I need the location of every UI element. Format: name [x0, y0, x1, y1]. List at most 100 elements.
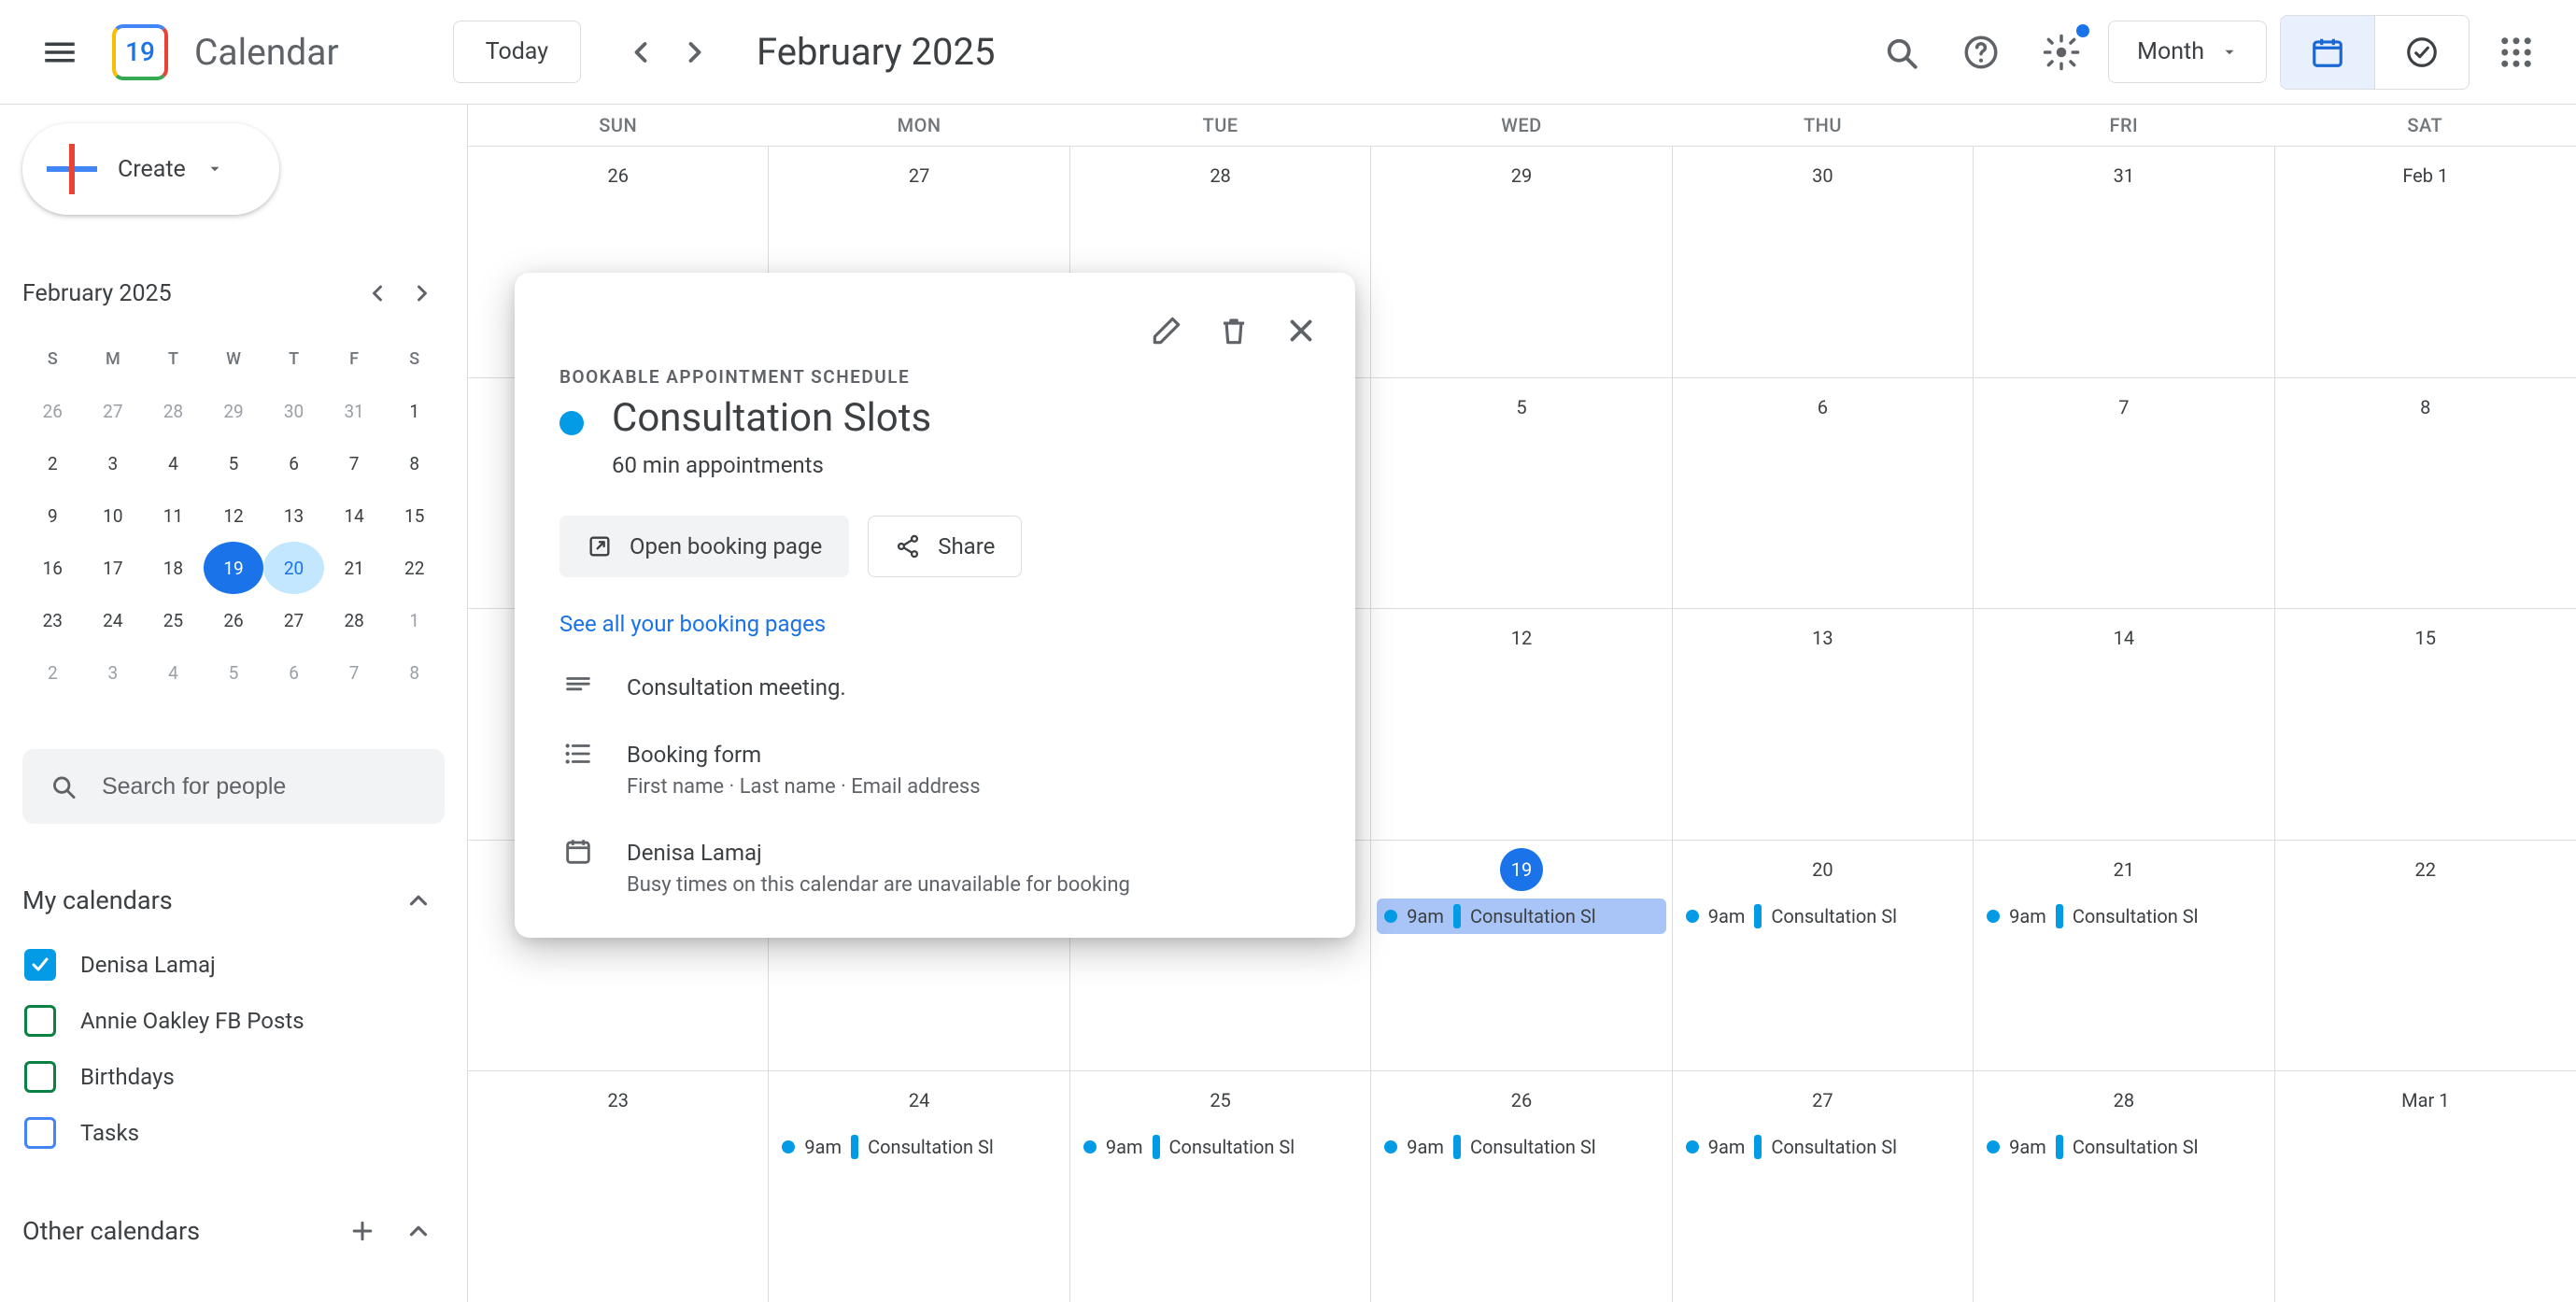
add-other-calendar-button[interactable] — [336, 1205, 389, 1257]
main-menu-button[interactable] — [26, 19, 93, 86]
mini-day-cell[interactable]: 9 — [22, 489, 83, 542]
calendar-list-item[interactable]: Annie Oakley FB Posts — [22, 999, 445, 1042]
day-cell[interactable]: 30 — [1673, 147, 1974, 377]
mini-day-cell[interactable]: 7 — [324, 437, 385, 489]
mini-day-cell[interactable]: 26 — [22, 385, 83, 437]
day-cell[interactable]: 7 — [1974, 378, 2274, 609]
share-button[interactable]: Share — [868, 516, 1022, 577]
day-number[interactable]: 28 — [1199, 154, 1242, 197]
day-number[interactable]: 14 — [2102, 616, 2145, 659]
day-cell[interactable]: 259amConsultation Sl — [1070, 1071, 1371, 1302]
google-apps-button[interactable] — [2483, 19, 2550, 86]
mini-day-cell[interactable]: 28 — [324, 594, 385, 646]
calendar-mode-button[interactable] — [2281, 16, 2374, 89]
day-number[interactable]: 26 — [1500, 1079, 1543, 1122]
calendar-checkbox[interactable] — [24, 1117, 56, 1149]
other-calendars-header[interactable]: Other calendars — [22, 1205, 445, 1257]
collapse-other-calendars-button[interactable] — [392, 1205, 445, 1257]
day-cell[interactable]: 29 — [1371, 147, 1672, 377]
mini-prev-month-button[interactable] — [355, 271, 400, 316]
mini-day-cell[interactable]: 21 — [324, 542, 385, 594]
mini-day-cell[interactable]: 11 — [143, 489, 204, 542]
mini-day-cell[interactable]: 5 — [204, 646, 264, 699]
mini-day-cell[interactable]: 1 — [384, 385, 445, 437]
mini-day-cell[interactable]: 5 — [204, 437, 264, 489]
day-number[interactable]: 26 — [597, 154, 640, 197]
event-chip[interactable]: 9amConsultation Sl — [1377, 899, 1665, 934]
mini-day-cell[interactable]: 4 — [143, 437, 204, 489]
mini-day-cell[interactable]: 13 — [263, 489, 324, 542]
day-number[interactable]: Mar 1 — [2390, 1079, 2460, 1122]
day-number[interactable]: 12 — [1500, 616, 1543, 659]
view-switcher[interactable]: Month — [2108, 21, 2267, 83]
day-cell[interactable]: 23 — [468, 1071, 769, 1302]
prev-period-button[interactable] — [615, 26, 667, 78]
mini-day-cell[interactable]: 25 — [143, 594, 204, 646]
event-chip[interactable]: 9amConsultation Sl — [774, 1129, 1063, 1165]
mini-day-cell[interactable]: 6 — [263, 437, 324, 489]
people-search[interactable] — [22, 749, 445, 824]
calendar-list-item[interactable]: Tasks — [22, 1111, 445, 1154]
my-calendars-header[interactable]: My calendars — [22, 874, 445, 927]
calendar-checkbox[interactable] — [24, 949, 56, 981]
mini-day-cell[interactable]: 17 — [83, 542, 144, 594]
day-cell[interactable]: 13 — [1673, 609, 1974, 840]
calendar-list-item[interactable]: Birthdays — [22, 1055, 445, 1098]
open-booking-page-button[interactable]: Open booking page — [559, 516, 849, 577]
calendar-list-item[interactable]: Denisa Lamaj — [22, 943, 445, 986]
mini-day-cell[interactable]: 28 — [143, 385, 204, 437]
day-number[interactable]: Feb 1 — [2391, 154, 2459, 197]
day-cell[interactable]: 219amConsultation Sl — [1974, 841, 2274, 1071]
mini-day-cell[interactable]: 27 — [263, 594, 324, 646]
day-number[interactable]: 6 — [1801, 386, 1844, 429]
mini-day-cell[interactable]: 2 — [22, 646, 83, 699]
day-number[interactable]: 30 — [1801, 154, 1844, 197]
day-cell[interactable]: 31 — [1974, 147, 2274, 377]
day-cell[interactable]: Mar 1 — [2275, 1071, 2576, 1302]
event-chip[interactable]: 9amConsultation Sl — [1678, 1129, 1967, 1165]
mini-day-cell[interactable]: 18 — [143, 542, 204, 594]
day-number[interactable]: 23 — [597, 1079, 640, 1122]
day-cell[interactable]: 269amConsultation Sl — [1371, 1071, 1672, 1302]
delete-event-button[interactable] — [1202, 299, 1266, 362]
mini-next-month-button[interactable] — [400, 271, 445, 316]
day-cell[interactable]: 20 9amConsultation Sl — [1673, 841, 1974, 1071]
mini-day-cell[interactable]: 31 — [324, 385, 385, 437]
collapse-my-calendars-button[interactable] — [392, 874, 445, 927]
next-period-button[interactable] — [669, 26, 721, 78]
close-popover-button[interactable] — [1269, 299, 1333, 362]
event-chip[interactable]: 9amConsultation Sl — [1678, 899, 1967, 934]
calendar-checkbox[interactable] — [24, 1005, 56, 1037]
day-cell[interactable]: 8 — [2275, 378, 2576, 609]
day-number[interactable]: 20 — [1801, 848, 1844, 891]
day-number[interactable]: 29 — [1500, 154, 1543, 197]
mini-day-cell[interactable]: 4 — [143, 646, 204, 699]
mini-day-cell[interactable]: 2 — [22, 437, 83, 489]
day-cell[interactable]: 15 — [2275, 609, 2576, 840]
day-number[interactable]: 28 — [2102, 1079, 2145, 1122]
day-cell[interactable]: 249amConsultation Sl — [769, 1071, 1069, 1302]
day-cell[interactable]: 6 — [1673, 378, 1974, 609]
edit-event-button[interactable] — [1135, 299, 1198, 362]
mini-day-cell[interactable]: 29 — [204, 385, 264, 437]
day-number[interactable]: 22 — [2404, 848, 2447, 891]
day-cell[interactable]: 14 — [1974, 609, 2274, 840]
mini-day-cell[interactable]: 22 — [384, 542, 445, 594]
day-cell[interactable]: 199amConsultation Sl — [1371, 841, 1672, 1071]
day-number[interactable]: 25 — [1199, 1079, 1242, 1122]
mini-day-cell[interactable]: 16 — [22, 542, 83, 594]
create-button[interactable]: Create — [22, 123, 279, 215]
event-chip[interactable]: 9amConsultation Sl — [1979, 1129, 2268, 1165]
mini-day-cell[interactable]: 14 — [324, 489, 385, 542]
mini-day-cell[interactable]: 8 — [384, 646, 445, 699]
see-all-booking-pages-link[interactable]: See all your booking pages — [559, 611, 1310, 637]
day-cell[interactable]: 12 — [1371, 609, 1672, 840]
mini-day-cell[interactable]: 8 — [384, 437, 445, 489]
day-number[interactable]: 27 — [898, 154, 941, 197]
day-number[interactable]: 5 — [1500, 386, 1543, 429]
day-cell[interactable]: 279amConsultation Sl — [1673, 1071, 1974, 1302]
mini-day-cell[interactable]: 3 — [83, 646, 144, 699]
day-number[interactable]: 21 — [2102, 848, 2145, 891]
day-number[interactable]: 8 — [2404, 386, 2447, 429]
mini-day-cell[interactable]: 6 — [263, 646, 324, 699]
